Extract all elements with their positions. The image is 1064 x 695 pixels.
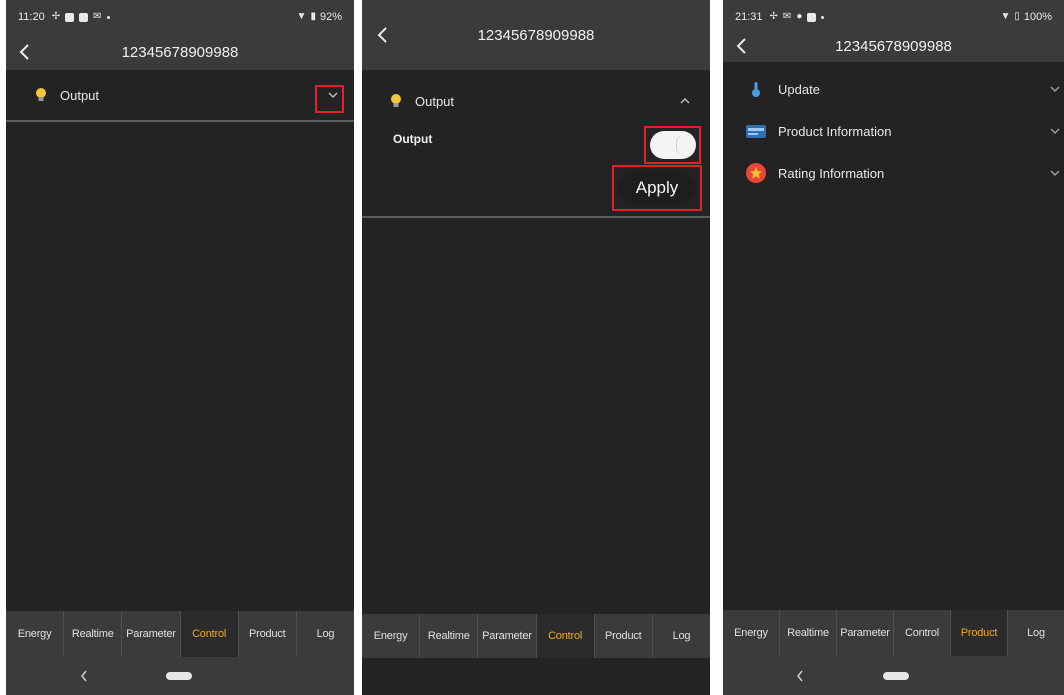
page-title: 12345678909988 xyxy=(477,26,595,44)
system-nav-bar xyxy=(723,656,1064,695)
wifi-icon: ▼ xyxy=(296,11,307,22)
chevron-down-icon[interactable] xyxy=(1050,127,1060,135)
wifi-icon: ▼ xyxy=(1000,11,1011,22)
back-arrow-icon[interactable] xyxy=(18,43,32,61)
phone-screen-control-collapsed: 11:20 ✢ ✉ ▼ ▮ 92% 12345678909988 Output … xyxy=(6,0,354,695)
settings-icon: ● xyxy=(796,11,803,22)
tab-energy[interactable]: Energy xyxy=(362,614,421,658)
section-label: Product Information xyxy=(778,123,892,139)
tab-log[interactable]: Log xyxy=(653,614,710,658)
tab-log[interactable]: Log xyxy=(1008,610,1064,656)
app-icon xyxy=(65,12,75,22)
tab-energy[interactable]: Energy xyxy=(6,611,65,657)
highlight-box xyxy=(644,126,701,164)
thermometer-icon xyxy=(745,78,767,100)
fan-icon: ✢ xyxy=(51,11,61,22)
status-time: 11:20 xyxy=(18,11,45,23)
app-header: 12345678909988 xyxy=(6,34,354,70)
more-dot-icon xyxy=(821,15,825,19)
bottom-tab-bar: Energy Realtime Parameter Control Produc… xyxy=(723,610,1064,656)
chevron-down-icon[interactable] xyxy=(1050,85,1060,93)
output-setting-label: Output xyxy=(393,132,433,146)
accordion-label: Output xyxy=(60,87,100,103)
section-label: Update xyxy=(778,81,820,97)
nav-back-icon[interactable] xyxy=(796,670,804,682)
tab-product[interactable]: Product xyxy=(239,611,297,657)
back-arrow-icon[interactable] xyxy=(376,26,390,44)
notification-icons: ✢ ✉ xyxy=(52,12,110,22)
mail-icon: ✉ xyxy=(782,11,792,22)
phone-screen-product: 21:31 ✢ ✉ ● ▼ ▯ 100% 12345678909988 Upda… xyxy=(723,0,1064,695)
home-pill-icon[interactable] xyxy=(883,671,909,680)
tab-realtime[interactable]: Realtime xyxy=(780,610,837,656)
divider xyxy=(362,216,710,218)
bottom-tab-bar: Energy Realtime Parameter Control Produc… xyxy=(6,611,354,657)
phone-screen-control-expanded: 12345678909988 Output Output Apply Energ… xyxy=(362,0,710,695)
lightbulb-icon xyxy=(391,94,401,107)
battery-icon: ▯ xyxy=(1014,11,1020,22)
system-nav-bar xyxy=(362,658,710,695)
more-dot-icon xyxy=(106,15,110,19)
accordion-label: Output xyxy=(415,93,455,109)
accordion-output[interactable]: Output xyxy=(6,70,354,120)
nav-back-icon[interactable] xyxy=(80,670,88,682)
divider xyxy=(6,120,354,122)
tab-realtime[interactable]: Realtime xyxy=(64,611,123,657)
car-icon xyxy=(79,12,89,22)
tab-parameter[interactable]: Parameter xyxy=(122,611,181,657)
tab-control[interactable]: Control xyxy=(536,614,595,658)
highlight-box xyxy=(612,165,702,211)
section-rating-information[interactable]: Rating Information xyxy=(723,152,1064,194)
page-title: 12345678909988 xyxy=(121,43,239,61)
status-time: 21:31 xyxy=(735,11,763,23)
app-icon xyxy=(807,12,817,22)
battery-level: 92% xyxy=(319,11,342,23)
lightbulb-icon xyxy=(36,88,46,101)
home-pill-icon[interactable] xyxy=(166,672,192,680)
tab-realtime[interactable]: Realtime xyxy=(420,614,479,658)
system-nav-bar xyxy=(6,657,354,695)
app-header: 12345678909988 xyxy=(723,34,1064,62)
chevron-down-icon[interactable] xyxy=(1050,169,1060,177)
tab-control[interactable]: Control xyxy=(180,611,239,657)
chevron-up-icon[interactable] xyxy=(680,97,690,105)
tab-product[interactable]: Product xyxy=(595,614,653,658)
status-bar: 21:31 ✢ ✉ ● ▼ ▯ 100% xyxy=(723,0,1064,34)
accordion-output[interactable]: Output xyxy=(362,70,710,132)
battery-level: 100% xyxy=(1023,11,1052,23)
fan-icon: ✢ xyxy=(769,11,778,22)
highlight-box xyxy=(315,85,344,113)
notification-icons: ✢ ✉ ● xyxy=(770,12,825,22)
app-header: 12345678909988 xyxy=(362,0,710,70)
tab-log[interactable]: Log xyxy=(297,611,354,657)
tab-product[interactable]: Product xyxy=(951,610,1008,656)
section-label: Rating Information xyxy=(778,165,885,181)
tab-control[interactable]: Control xyxy=(894,610,951,656)
status-bar: 11:20 ✢ ✉ ▼ ▮ 92% xyxy=(6,0,354,34)
page-title: 12345678909988 xyxy=(835,38,952,55)
bottom-tab-bar: Energy Realtime Parameter Control Produc… xyxy=(362,614,710,658)
device-info-icon xyxy=(745,120,767,142)
back-arrow-icon[interactable] xyxy=(735,37,749,55)
section-update[interactable]: Update xyxy=(723,68,1064,110)
tab-parameter[interactable]: Parameter xyxy=(478,614,537,658)
mail-icon: ✉ xyxy=(93,11,102,22)
star-badge-icon xyxy=(745,162,767,184)
tab-parameter[interactable]: Parameter xyxy=(837,610,894,656)
section-product-information[interactable]: Product Information xyxy=(723,110,1064,152)
tab-energy[interactable]: Energy xyxy=(723,610,780,656)
battery-icon: ▮ xyxy=(310,11,316,22)
